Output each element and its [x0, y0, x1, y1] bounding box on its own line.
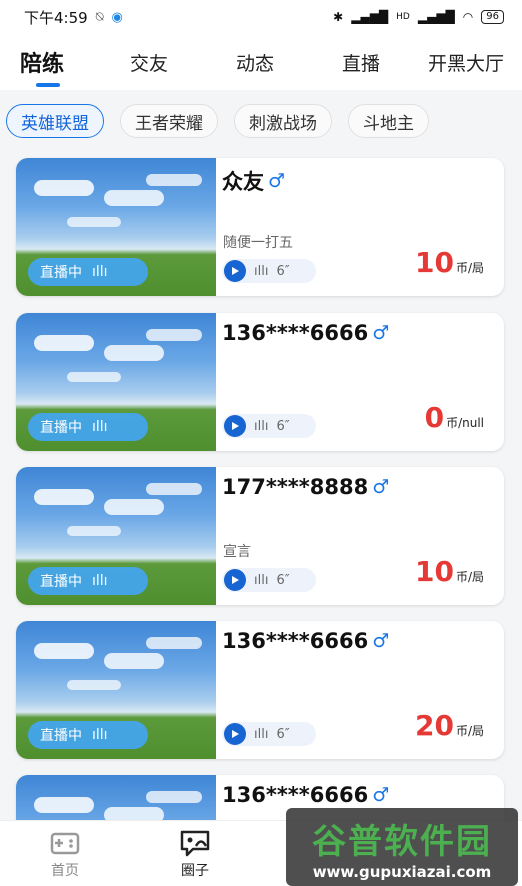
- status-time: 下午4:59: [24, 8, 88, 27]
- player-name: 136****6666 ♂: [222, 783, 389, 807]
- live-label: 直播中: [40, 574, 82, 590]
- voice-duration: 6″: [276, 263, 290, 279]
- price: 20 币/局: [415, 709, 484, 742]
- watermark-url: www.gupuxiazai.com: [312, 862, 492, 881]
- player-card[interactable]: 直播中 ıllı 136****6666 ♂ ıllı 6″ 0 币/null: [16, 313, 504, 451]
- signal-icon: ▂▄▆█: [351, 10, 389, 24]
- top-tabs: 陪练 交友 动态 直播 开黑大厅: [0, 34, 522, 90]
- player-slogan: 随便一打五: [223, 235, 293, 251]
- app-icon: ◉: [111, 9, 123, 25]
- price-value: 20: [414, 709, 454, 742]
- price: 10 币/局: [415, 555, 484, 588]
- player-card[interactable]: 直播中 ıllı 136****6666 ♂ ıllı 6″ 20 币/局: [16, 621, 504, 759]
- player-name: 136****6666 ♂: [222, 629, 389, 653]
- player-name-text: 136****6666: [222, 783, 369, 807]
- signal-icon-2: ▂▄▆█: [417, 10, 455, 24]
- gamepad-icon: [47, 828, 83, 858]
- tab-zhibo[interactable]: 直播: [342, 49, 380, 76]
- play-icon[interactable]: [224, 569, 246, 591]
- voice-duration: 6″: [276, 418, 290, 434]
- player-name-text: 众友: [222, 170, 264, 194]
- wifi-icon: ◠: [462, 10, 474, 24]
- live-label: 直播中: [40, 265, 82, 281]
- price-unit: 币/局: [455, 570, 484, 584]
- audio-wave-icon: ıllı: [254, 726, 269, 742]
- live-badge[interactable]: 直播中 ıllı: [28, 567, 148, 595]
- player-name-text: 177****8888: [222, 475, 369, 499]
- male-icon: ♂: [372, 322, 390, 344]
- nav-home[interactable]: 首页: [0, 821, 130, 886]
- play-icon[interactable]: [224, 415, 246, 437]
- cover-image: 直播中 ıllı: [16, 621, 216, 759]
- price-value: 0: [424, 401, 445, 434]
- chip-ciji[interactable]: 刺激战场: [234, 104, 332, 138]
- audio-wave-icon: ıllı: [254, 572, 269, 588]
- tab-jiaoyou[interactable]: 交友: [130, 49, 168, 76]
- audio-wave-icon: ıllı: [92, 264, 108, 280]
- player-name-text: 136****6666: [222, 629, 369, 653]
- tab-peilian[interactable]: 陪练: [20, 46, 64, 87]
- price-unit: 币/局: [455, 261, 484, 275]
- cover-image: 直播中 ıllı: [16, 467, 216, 605]
- voice-intro[interactable]: ıllı 6″: [222, 568, 316, 592]
- voice-intro[interactable]: ıllı 6″: [222, 414, 316, 438]
- audio-wave-icon: ıllı: [92, 419, 108, 435]
- audio-wave-icon: ıllı: [92, 727, 108, 743]
- price-value: 10: [414, 246, 454, 279]
- cover-image: 直播中 ıllı: [16, 158, 216, 296]
- live-badge[interactable]: 直播中 ıllı: [28, 721, 148, 749]
- male-icon: ♂: [372, 630, 390, 652]
- watermark: 谷普软件园 www.gupuxiazai.com: [286, 808, 518, 886]
- price-unit: 币/局: [455, 724, 484, 738]
- nav-circle-label: 圈子: [181, 862, 209, 879]
- price: 0 币/null: [425, 401, 484, 434]
- player-name: 177****8888 ♂: [222, 475, 389, 499]
- voice-duration: 6″: [276, 572, 290, 588]
- audio-wave-icon: ıllı: [254, 418, 269, 434]
- tab-kaihei-dating[interactable]: 开黑大厅: [428, 49, 504, 76]
- player-name-text: 136****6666: [222, 321, 369, 345]
- live-label: 直播中: [40, 420, 82, 436]
- player-card[interactable]: 直播中 ıllı 177****8888 ♂ 宣言 ıllı 6″ 10 币/局: [16, 467, 504, 605]
- player-name: 众友 ♂: [222, 166, 285, 196]
- chat-bubble-icon: [177, 828, 213, 858]
- chip-doudizhu[interactable]: 斗地主: [348, 104, 429, 138]
- network-label: HD: [396, 12, 410, 22]
- cover-image: 直播中 ıllı: [16, 313, 216, 451]
- audio-wave-icon: ıllı: [92, 573, 108, 589]
- nav-home-label: 首页: [51, 862, 79, 879]
- tab-dongtai[interactable]: 动态: [236, 49, 274, 76]
- chip-lol[interactable]: 英雄联盟: [6, 104, 104, 138]
- chip-wangzhe[interactable]: 王者荣耀: [120, 104, 218, 138]
- nav-circle[interactable]: 圈子: [130, 821, 260, 886]
- voice-duration: 6″: [276, 726, 290, 742]
- player-slogan: 宣言: [223, 544, 251, 560]
- live-label: 直播中: [40, 728, 82, 744]
- battery-icon: 96: [481, 10, 504, 24]
- play-icon[interactable]: [224, 260, 246, 282]
- player-name: 136****6666 ♂: [222, 321, 389, 345]
- live-badge[interactable]: 直播中 ıllı: [28, 258, 148, 286]
- bluetooth-icon: ✱: [333, 10, 344, 24]
- play-icon[interactable]: [224, 723, 246, 745]
- live-badge[interactable]: 直播中 ıllı: [28, 413, 148, 441]
- player-card[interactable]: 直播中 ıllı 众友 ♂ 随便一打五 ıllı 6″ 10 币/局: [16, 158, 504, 296]
- voice-intro[interactable]: ıllı 6″: [222, 722, 316, 746]
- price-unit: 币/null: [446, 416, 484, 430]
- audio-wave-icon: ıllı: [254, 263, 269, 279]
- notification-off-icon: ⍉: [95, 9, 104, 25]
- male-icon: ♂: [372, 784, 390, 806]
- male-icon: ♂: [372, 476, 390, 498]
- price-value: 10: [414, 555, 454, 588]
- male-icon: ♂: [268, 170, 286, 192]
- voice-intro[interactable]: ıllı 6″: [222, 259, 316, 283]
- price: 10 币/局: [415, 246, 484, 279]
- status-bar: 下午4:59 ⍉ ◉ ✱ ▂▄▆█ HD ▂▄▆█ ◠ 96: [0, 0, 522, 34]
- watermark-title: 谷普软件园: [312, 821, 492, 862]
- category-chips: 英雄联盟 王者荣耀 刺激战场 斗地主: [0, 92, 522, 150]
